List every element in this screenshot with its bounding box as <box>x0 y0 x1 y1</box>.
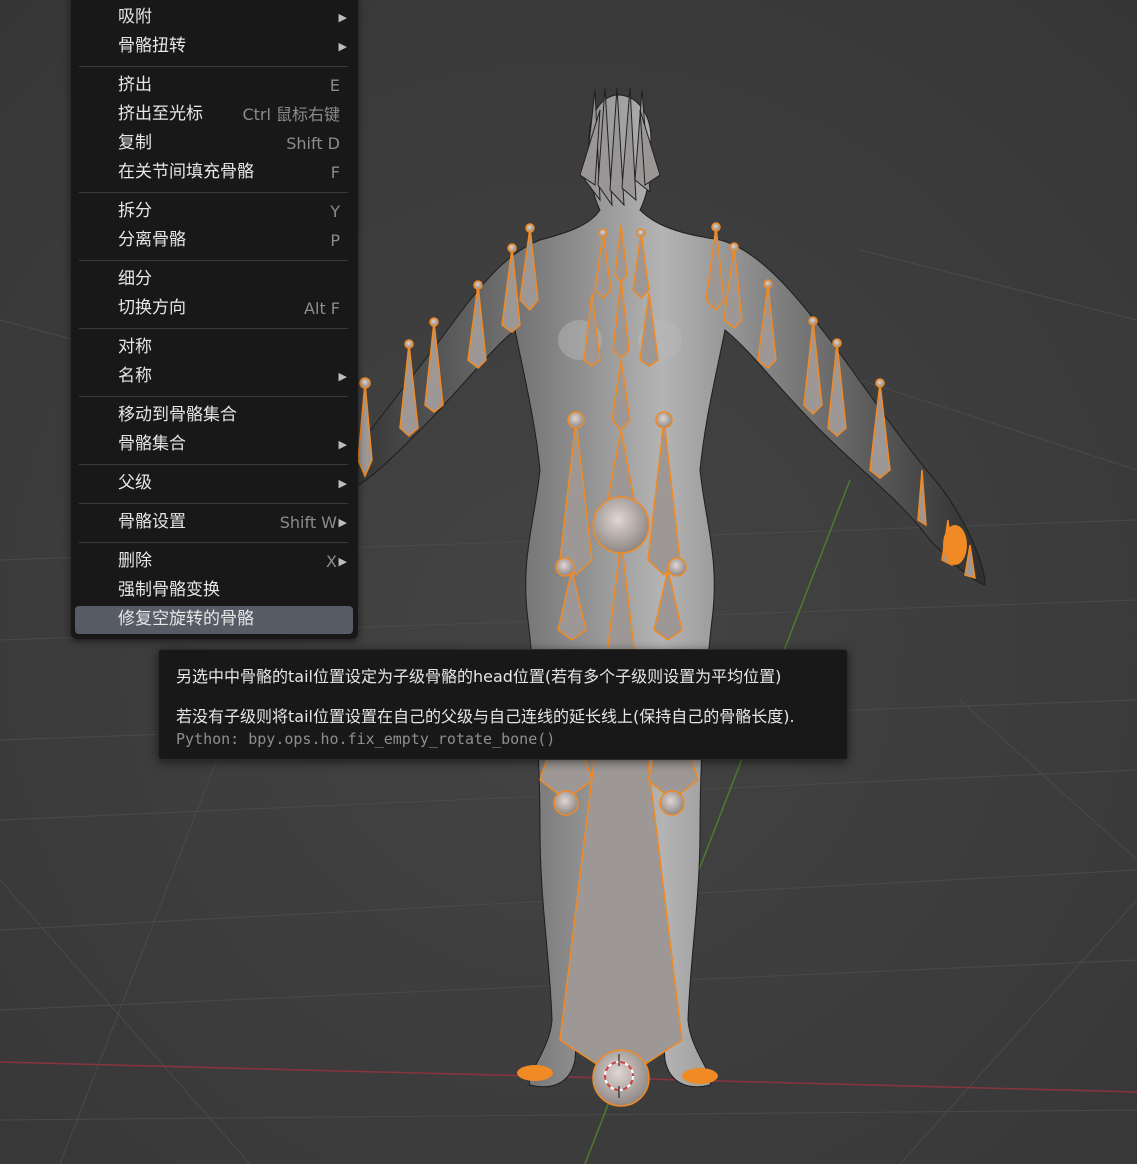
menu-item-extrude[interactable]: 挤出 E <box>75 72 353 99</box>
menu-item-label: 骨骼扭转 <box>118 36 186 56</box>
menu-item-shortcut: Y <box>330 202 340 221</box>
menu-separator <box>79 503 348 504</box>
menu-item-names[interactable]: 名称 ▶ <box>75 363 353 390</box>
menu-item-shortcut: F <box>330 163 340 182</box>
tooltip-description-line1: 另选中中骨骼的tail位置设定为子级骨骼的head位置(若有多个子级则设置为平均… <box>176 667 782 686</box>
menu-separator <box>79 192 348 193</box>
menu-item-shortcut: X <box>326 552 337 571</box>
menu-item-label: 骨骼设置 <box>118 512 186 532</box>
menu-separator <box>79 396 348 397</box>
menu-item-label: 在关节间填充骨骼 <box>118 162 254 182</box>
menu-item-label: 对称 <box>118 337 152 357</box>
menu-item-label: 修复空旋转的骨骼 <box>118 609 254 629</box>
menu-item-move-to-collection[interactable]: 移动到骨骼集合 <box>75 402 353 429</box>
triangle-right-icon: ▶ <box>338 555 347 568</box>
menu-item-label: 吸附 <box>118 7 152 27</box>
menu-separator <box>79 66 348 67</box>
triangle-right-icon: ▶ <box>338 11 347 24</box>
triangle-right-icon: ▶ <box>338 370 347 383</box>
menu-item-label: 切换方向 <box>118 298 186 318</box>
triangle-right-icon: ▶ <box>338 438 347 451</box>
armature-context-menu: 吸附 ▶ 骨骼扭转 ▶ 挤出 E 挤出至光标 Ctrl 鼠标右键 复制 Shif… <box>71 0 358 639</box>
menu-item-label: 删除 <box>118 551 152 571</box>
menu-item-label: 细分 <box>118 269 152 289</box>
menu-item-label: 强制骨骼变换 <box>118 580 220 600</box>
menu-item-duplicate[interactable]: 复制 Shift D <box>75 130 353 157</box>
menu-item-fill-between-joints[interactable]: 在关节间填充骨骼 F <box>75 159 353 186</box>
menu-item-fix-empty-rotate-bone[interactable]: 修复空旋转的骨骼 <box>75 606 353 634</box>
tooltip-python-path: Python: bpy.ops.ho.fix_empty_rotate_bone… <box>176 730 556 748</box>
menu-item-shortcut: P <box>330 231 340 250</box>
triangle-right-icon: ▶ <box>338 516 347 529</box>
menu-item-label: 骨骼集合 <box>118 434 186 454</box>
menu-item-extrude-to-cursor[interactable]: 挤出至光标 Ctrl 鼠标右键 <box>75 101 353 128</box>
menu-item-separate-bones[interactable]: 分离骨骼 P <box>75 227 353 254</box>
menu-item-label: 挤出至光标 <box>118 104 203 124</box>
tooltip-description-line2: 若没有子级则将tail位置设置在自己的父级与自己连线的延长线上(保持自己的骨骼长… <box>176 707 795 726</box>
triangle-right-icon: ▶ <box>338 477 347 490</box>
menu-item-label: 名称 <box>118 366 152 386</box>
menu-item-symmetrize[interactable]: 对称 <box>75 334 353 361</box>
menu-separator <box>79 328 348 329</box>
menu-separator <box>79 542 348 543</box>
menu-item-shortcut: Ctrl 鼠标右键 <box>242 105 340 124</box>
menu-item-bone-roll[interactable]: 骨骼扭转 ▶ <box>75 33 353 60</box>
menu-item-subdivide[interactable]: 细分 <box>75 266 353 293</box>
menu-item-label: 移动到骨骼集合 <box>118 405 237 425</box>
menu-item-bone-settings[interactable]: 骨骼设置 Shift W ▶ <box>75 509 353 536</box>
menu-item-snap[interactable]: 吸附 ▶ <box>75 4 353 31</box>
menu-item-shortcut: Shift W <box>279 513 337 532</box>
menu-item-parent[interactable]: 父级 ▶ <box>75 470 353 497</box>
menu-item-switch-direction[interactable]: 切换方向 Alt F <box>75 295 353 322</box>
menu-item-label: 挤出 <box>118 75 152 95</box>
triangle-right-icon: ▶ <box>338 40 347 53</box>
menu-item-bone-collections[interactable]: 骨骼集合 ▶ <box>75 431 353 458</box>
menu-item-shortcut: E <box>329 76 340 95</box>
menu-item-label: 拆分 <box>118 201 152 221</box>
menu-item-shortcut: Alt F <box>304 299 340 318</box>
menu-separator <box>79 464 348 465</box>
menu-item-shortcut: Shift D <box>286 134 340 153</box>
menu-item-label: 分离骨骼 <box>118 230 186 250</box>
operator-tooltip: 另选中中骨骼的tail位置设定为子级骨骼的head位置(若有多个子级则设置为平均… <box>158 649 848 760</box>
menu-item-label: 复制 <box>118 133 152 153</box>
menu-item-delete[interactable]: 删除 X ▶ <box>75 548 353 575</box>
menu-separator <box>79 260 348 261</box>
menu-item-force-bone-transform[interactable]: 强制骨骼变换 <box>75 577 353 604</box>
menu-item-split[interactable]: 拆分 Y <box>75 198 353 225</box>
menu-item-label: 父级 <box>118 473 152 493</box>
